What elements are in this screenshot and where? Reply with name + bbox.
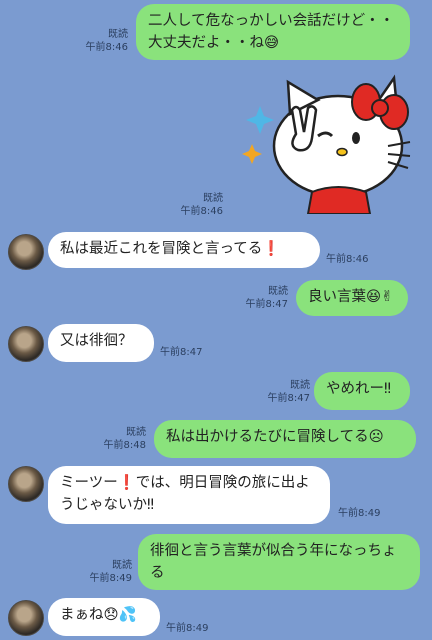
chat-bubble-received[interactable]: まぁね😞💦 <box>48 598 160 636</box>
message-meta: 既読 午前8:48 <box>88 426 146 452</box>
message-time: 午前8:49 <box>338 508 381 519</box>
chat-bubble-received[interactable]: 又は徘徊？ <box>48 324 154 362</box>
message-meta: 既読 午前8:46 <box>70 28 128 54</box>
message-time: 午前8:46 <box>326 254 369 265</box>
read-receipt: 既読 <box>290 380 310 391</box>
message-time: 午前8:47 <box>245 299 288 310</box>
avatar[interactable] <box>8 234 44 270</box>
read-receipt: 既読 <box>126 427 146 438</box>
avatar[interactable] <box>8 466 44 502</box>
message-meta: 既読 午前8:47 <box>252 379 310 405</box>
message-time: 午前8:48 <box>103 440 146 451</box>
read-receipt: 既読 <box>268 286 288 297</box>
chat-bubble-sent[interactable]: やめれー‼ <box>314 372 410 410</box>
message-time: 午前8:47 <box>267 393 310 404</box>
chat-bubble-received[interactable]: 私は最近これを冒険と言ってる❗ <box>48 232 320 268</box>
read-receipt: 既読 <box>108 29 128 40</box>
read-receipt: 既読 <box>203 193 223 204</box>
avatar[interactable] <box>8 600 44 636</box>
hello-kitty-sticker[interactable] <box>238 74 414 215</box>
chat-bubble-sent[interactable]: 二人して危なっかしい会話だけど・・大丈夫だよ・・ね😅 <box>136 4 410 60</box>
chat-bubble-sent[interactable]: 徘徊と言う言葉が似合う年になっちょる <box>138 534 420 590</box>
message-time: 午前8:47 <box>160 347 203 358</box>
message-time: 午前8:46 <box>85 42 128 53</box>
message-meta: 既読 午前8:49 <box>74 559 132 585</box>
chat-bubble-sent[interactable]: 私は出かけるたびに冒険してる☹ <box>154 420 416 458</box>
message-time: 午前8:46 <box>180 206 223 217</box>
message-time: 午前8:49 <box>166 623 209 634</box>
chat-bubble-sent[interactable]: 良い言葉😆✌ <box>296 280 408 316</box>
message-meta: 既読 午前8:46 <box>165 192 223 218</box>
read-receipt: 既読 <box>112 560 132 571</box>
message-time: 午前8:49 <box>89 573 132 584</box>
avatar[interactable] <box>8 326 44 362</box>
chat-bubble-received[interactable]: ミーツー❗では、明日冒険の旅に出ようじゃないか‼ <box>48 466 330 524</box>
message-meta: 既読 午前8:47 <box>230 285 288 311</box>
